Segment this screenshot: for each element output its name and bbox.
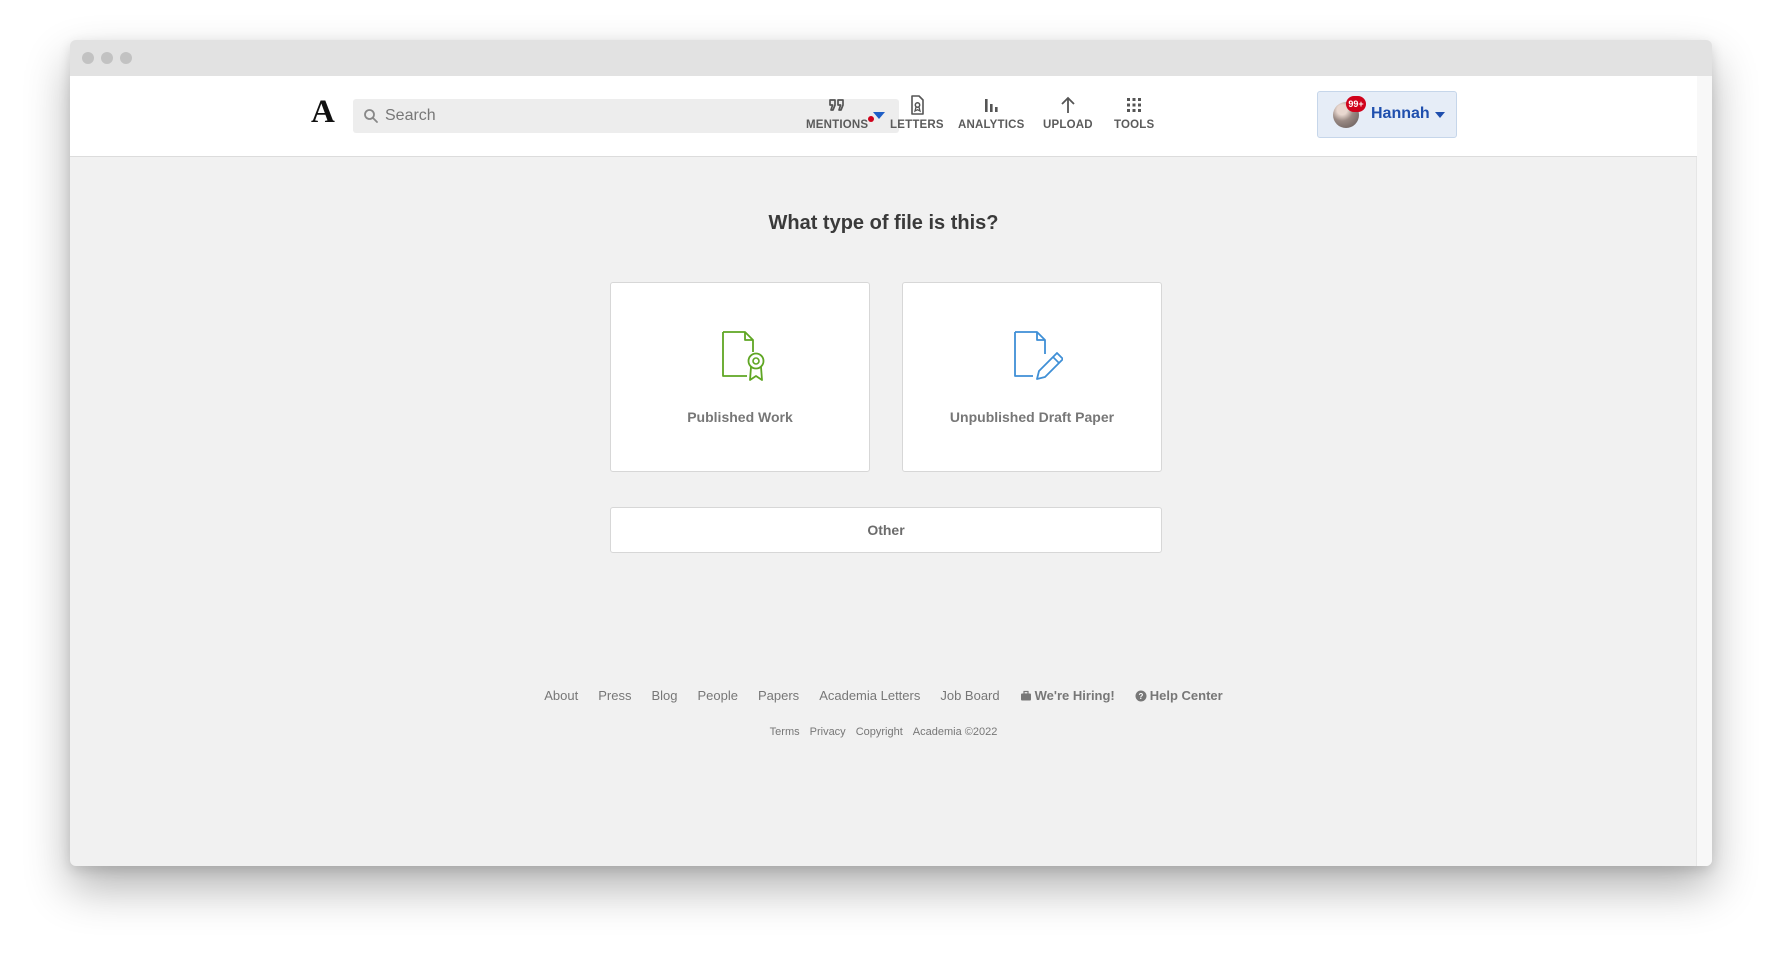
svg-text:?: ? [1138,692,1143,701]
window-close-button[interactable] [82,52,94,64]
footer-link[interactable]: Press [598,688,631,703]
unpublished-draft-option[interactable]: Unpublished Draft Paper [902,282,1162,472]
nav-upload-label: UPLOAD [1043,119,1093,131]
nav-letters[interactable]: LETTERS [890,94,944,140]
window-minimize-button[interactable] [101,52,113,64]
footer-legal: Terms Privacy Copyright Academia ©2022 [70,726,1697,738]
footer-links: About Press Blog People Papers Academia … [70,688,1697,703]
footer-link[interactable]: People [698,688,738,703]
other-option-button[interactable]: Other [610,507,1162,553]
nav-mentions-label: MENTIONS [806,119,869,131]
window-maximize-button[interactable] [120,52,132,64]
window-titlebar [70,40,1712,76]
notification-badge: 99+ [1346,96,1366,112]
footer-link[interactable]: Job Board [940,688,999,703]
published-work-option[interactable]: Published Work [610,282,870,472]
footer-legal-link[interactable]: Terms [770,726,800,738]
nav-mentions[interactable]: MENTIONS [806,94,875,140]
chevron-down-icon[interactable] [873,112,885,120]
bar-chart-icon [985,99,998,112]
upload-arrow-icon [1061,96,1075,113]
nav-analytics-label: ANALYTICS [958,119,1025,131]
footer-link[interactable]: About [544,688,578,703]
footer-legal-link[interactable]: Privacy [810,726,846,738]
nav-letters-label: LETTERS [890,119,944,131]
footer-link[interactable]: Papers [758,688,799,703]
user-menu-button[interactable]: 99+ Hannah [1317,91,1457,138]
published-work-label: Published Work [687,409,793,425]
footer-legal-link[interactable]: Copyright [856,726,903,738]
grid-icon [1127,98,1142,112]
vertical-scrollbar[interactable] [1696,76,1712,866]
academia-logo[interactable]: A [311,92,335,132]
briefcase-icon [1020,690,1031,700]
unpublished-draft-label: Unpublished Draft Paper [949,409,1115,425]
page-question: What type of file is this? [768,212,999,234]
footer-hiring-link[interactable]: We're Hiring! [1020,688,1115,703]
footer-help-link[interactable]: ? Help Center [1135,688,1223,703]
nav-tools[interactable]: TOOLS [1114,94,1154,140]
nav-tools-label: TOOLS [1114,119,1155,131]
user-name: Hannah [1371,105,1430,122]
help-circle-icon: ? [1135,690,1147,701]
browser-window: A MENTIONS LETTERS [70,40,1712,866]
footer-copyright: Academia ©2022 [912,726,998,738]
footer-hiring-label: We're Hiring! [1034,688,1115,703]
chevron-down-icon [1435,112,1445,118]
footer-help-label: Help Center [1149,688,1223,703]
nav-analytics[interactable]: ANALYTICS [958,94,1025,140]
letter-document-icon [911,95,924,115]
search-icon [364,109,378,123]
quote-icon [829,99,844,111]
nav-upload[interactable]: UPLOAD [1043,94,1093,140]
top-header: A MENTIONS LETTERS [70,76,1697,157]
draft-document-pencil-icon [1014,331,1063,380]
search-input[interactable] [385,99,855,133]
footer-link[interactable]: Academia Letters [819,688,920,703]
footer-link[interactable]: Blog [651,688,677,703]
certified-document-icon [722,331,765,381]
